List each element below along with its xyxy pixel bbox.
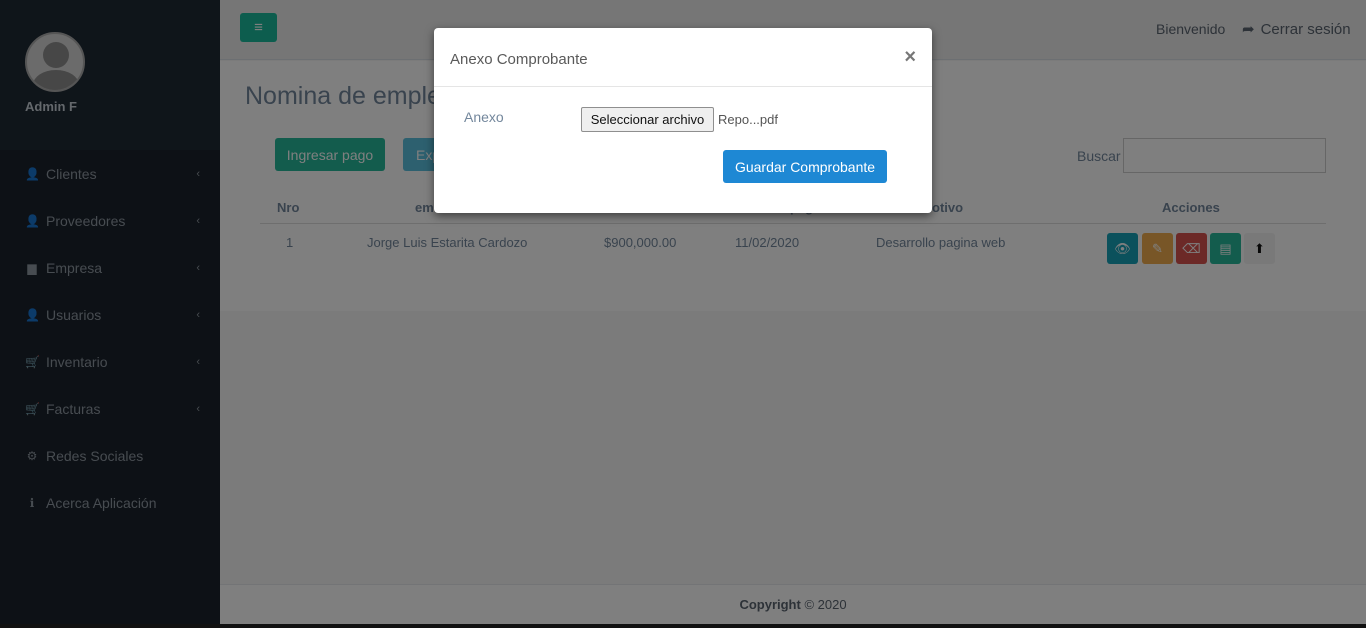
- anexo-label: Anexo: [464, 109, 504, 125]
- guardar-comprobante-button[interactable]: Guardar Comprobante: [723, 150, 887, 183]
- anexo-modal: Anexo Comprobante × Anexo Seleccionar ar…: [434, 28, 932, 213]
- close-icon[interactable]: ×: [904, 46, 916, 69]
- modal-title: Anexo Comprobante: [450, 51, 588, 68]
- bottom-strip: [0, 624, 1366, 628]
- modal-header: Anexo Comprobante ×: [434, 28, 932, 87]
- selected-file-name: Repo...pdf: [718, 112, 778, 127]
- file-select-button[interactable]: Seleccionar archivo: [581, 107, 714, 132]
